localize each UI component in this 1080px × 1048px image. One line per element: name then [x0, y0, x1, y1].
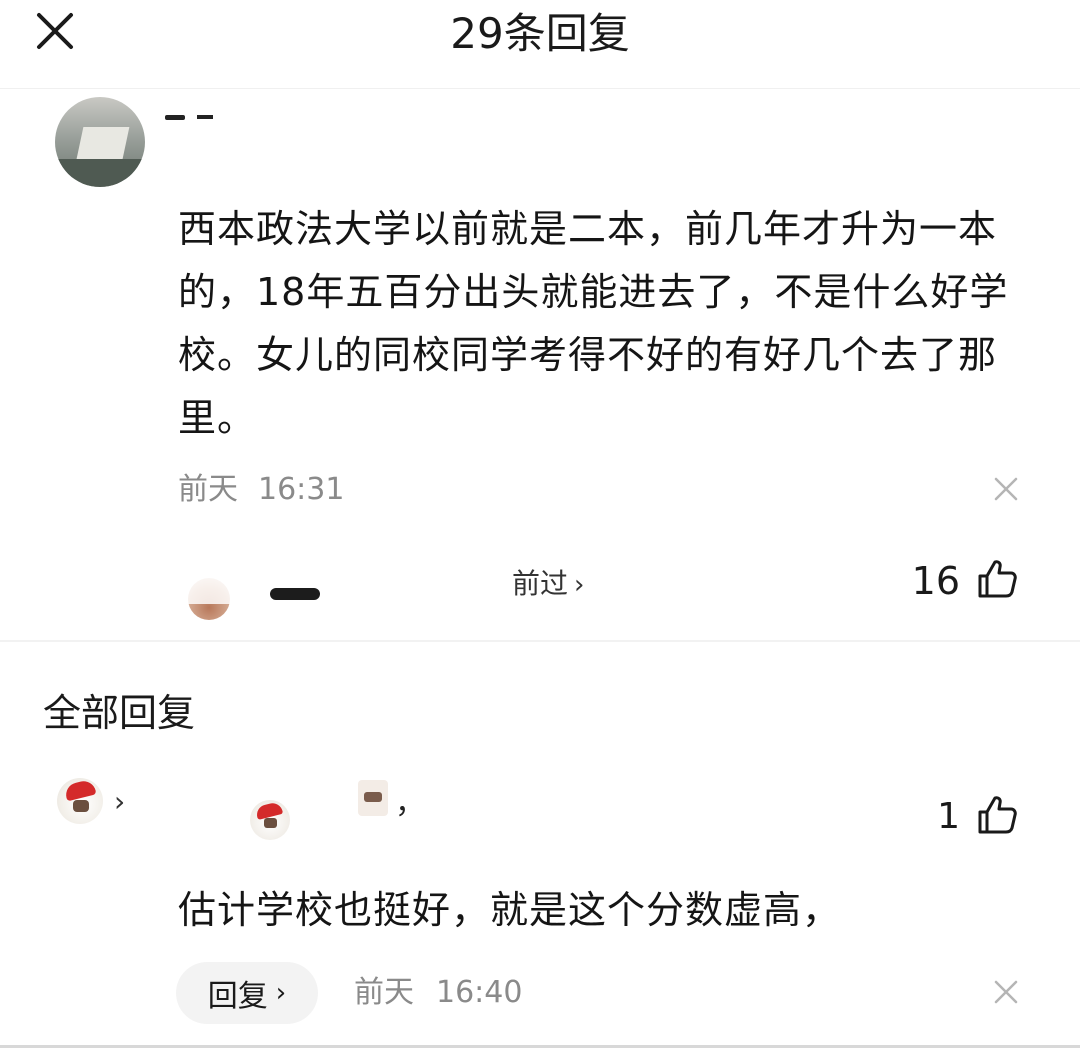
- redaction-mask: [184, 564, 284, 604]
- reply-date: 前天: [354, 975, 414, 1010]
- chevron-right-icon[interactable]: ›: [114, 784, 125, 820]
- reply-button[interactable]: 回复 ›: [176, 962, 318, 1024]
- redaction-scribble: [270, 588, 320, 600]
- reply-button-label: 回复: [207, 979, 268, 1014]
- dismiss-reply-button[interactable]: [991, 977, 1021, 1007]
- engagement-row: 前过 › 16: [0, 548, 1080, 628]
- comment-date: 前天: [178, 472, 238, 507]
- like-button[interactable]: [974, 792, 1020, 838]
- comment-text: 西本政法大学以前就是二本，前几年才升为一本的，18年五百分出头就能进去了，不是什…: [178, 207, 1009, 440]
- section-divider: [0, 640, 1080, 642]
- comment-meta: 前天 16:31: [178, 470, 344, 510]
- reply-time: 16:40: [436, 975, 523, 1010]
- thumbs-up-icon: [978, 560, 1017, 598]
- chevron-right-icon: ›: [574, 570, 585, 600]
- thumbs-up-icon: [978, 796, 1017, 834]
- reply-meta: 前天 16:40: [354, 972, 522, 1014]
- chevron-right-icon: ›: [275, 978, 287, 1008]
- avatar[interactable]: [57, 778, 103, 824]
- username-redacted[interactable]: [358, 780, 388, 816]
- dismiss-icon: [994, 477, 1018, 501]
- like-count: 16: [911, 559, 960, 603]
- username-redacted[interactable]: [165, 105, 255, 149]
- all-replies-heading: 全部回复: [43, 691, 196, 735]
- view-replies-link[interactable]: 前过 ›: [512, 564, 584, 605]
- view-replies-label: 前过: [512, 567, 569, 600]
- dismiss-icon: [994, 980, 1018, 1004]
- page-title: 29条回复: [450, 9, 630, 58]
- dismiss-comment-button[interactable]: [991, 474, 1021, 504]
- reply-target-avatar[interactable]: [250, 800, 290, 840]
- comment-time: 16:31: [258, 472, 345, 507]
- header-divider: [0, 88, 1080, 89]
- punctuation: ，: [395, 786, 425, 821]
- avatar[interactable]: [55, 97, 145, 187]
- reply-text: 估计学校也挺好，就是这个分数虚高，: [178, 888, 842, 932]
- like-button[interactable]: [974, 556, 1020, 602]
- like-count: 1: [937, 796, 960, 837]
